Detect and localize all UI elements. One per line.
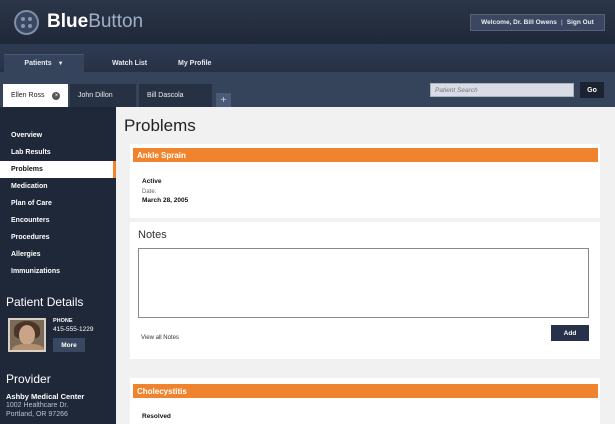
nav-watch-list[interactable]: Watch List <box>112 54 147 72</box>
tab-john-dillon[interactable]: John Dillon <box>70 84 136 107</box>
patient-details-heading: Patient Details <box>6 295 84 309</box>
app-header: BlueButton Welcome, Dr. Bill Owens | Sig… <box>0 0 615 44</box>
sidebar-item-medication[interactable]: Medication <box>0 178 116 195</box>
welcome-text: Welcome, Dr. Bill Owens <box>481 19 557 26</box>
provider-heading: Provider <box>6 372 51 386</box>
problem-status: Active <box>142 178 162 185</box>
problem-status: Resolved <box>142 413 171 420</box>
tab-label: Bill Dascola <box>147 92 184 99</box>
nav-my-profile[interactable]: My Profile <box>178 54 211 72</box>
add-tab-button[interactable]: + <box>216 93 231 107</box>
bluebutton-logo-icon <box>14 10 39 35</box>
phone-label: PHONE <box>53 318 73 324</box>
patient-more-button[interactable]: More <box>53 338 85 352</box>
sign-out-link[interactable]: Sign Out <box>567 19 594 26</box>
sidebar-item-encounters[interactable]: Encounters <box>0 212 116 229</box>
provider-address-line1: 1002 Healthcare Dr. <box>6 402 69 409</box>
view-all-notes-link[interactable]: View all Notes <box>141 335 179 341</box>
notes-title: Notes <box>138 229 167 241</box>
sidebar-item-immunizations[interactable]: Immunizations <box>0 263 116 280</box>
user-box: Welcome, Dr. Bill Owens | Sign Out <box>470 14 605 31</box>
search-go-button[interactable]: Go <box>580 82 604 98</box>
tab-ellen-ross[interactable]: Ellen Ross × <box>3 84 68 107</box>
problem-title-bar: Ankle Sprain <box>133 148 598 162</box>
tab-bill-dascola[interactable]: Bill Dascola <box>139 84 212 107</box>
chevron-down-icon: ▼ <box>57 60 64 67</box>
close-icon[interactable]: × <box>52 91 61 100</box>
sidebar-item-procedures[interactable]: Procedures <box>0 229 116 246</box>
header-separator: | <box>560 19 563 26</box>
patient-avatar <box>8 318 46 352</box>
main-nav <box>0 44 615 72</box>
sidebar-item-lab-results[interactable]: Lab Results <box>0 144 116 161</box>
add-note-button[interactable]: Add <box>551 325 589 341</box>
phone-value: 415-555-1229 <box>53 326 94 333</box>
sidebar-item-overview[interactable]: Overview <box>0 127 116 144</box>
nav-patients-label: Patients <box>24 60 52 67</box>
page-title: Problems <box>124 116 196 135</box>
patient-search-input[interactable] <box>430 83 574 97</box>
nav-patients-dropdown[interactable]: Patients ▼ <box>4 54 84 72</box>
sidebar-item-allergies[interactable]: Allergies <box>0 246 116 263</box>
sidebar-item-plan-of-care[interactable]: Plan of Care <box>0 195 116 212</box>
provider-name: Ashby Medical Center <box>6 392 85 401</box>
provider-address-line2: Portland, OR 97266 <box>6 411 68 418</box>
app-logo[interactable]: BlueButton <box>47 11 143 33</box>
problem-date-label: Date: <box>142 189 157 195</box>
problem-title-bar: Cholecystitis <box>133 384 598 398</box>
notes-textarea[interactable] <box>138 248 589 318</box>
tab-label: John Dillon <box>78 92 113 99</box>
tab-label: Ellen Ross <box>11 92 45 99</box>
sidebar-item-problems[interactable]: Problems <box>0 161 116 178</box>
problem-date-value: March 28, 2005 <box>142 197 189 204</box>
